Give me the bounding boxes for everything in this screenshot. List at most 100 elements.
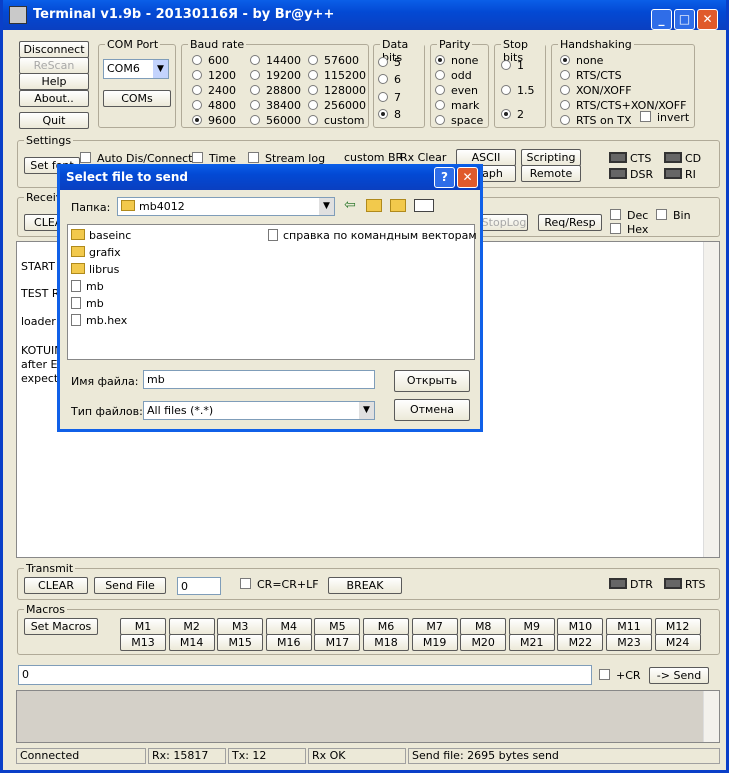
- invert-checkbox[interactable]: invert: [640, 111, 689, 124]
- chevron-down-icon[interactable]: ▼: [359, 402, 374, 419]
- baud-radio[interactable]: 256000: [308, 99, 366, 112]
- coms-button[interactable]: COMs: [103, 90, 171, 107]
- handshaking-radio[interactable]: none: [560, 54, 603, 67]
- baud-radio[interactable]: 57600: [308, 54, 359, 67]
- macro-button-m23[interactable]: M23: [606, 634, 652, 651]
- parity-radio[interactable]: space: [435, 114, 483, 127]
- handshaking-radio[interactable]: XON/XOFF: [560, 84, 632, 97]
- macro-button-m11[interactable]: M11: [606, 618, 652, 635]
- set-macros-button[interactable]: Set Macros: [24, 618, 98, 635]
- maximize-button[interactable]: □: [674, 9, 695, 30]
- folder-select[interactable]: mb4012 ▼: [117, 197, 335, 216]
- stoplog-button[interactable]: StopLog: [480, 214, 528, 231]
- macro-button-m10[interactable]: M10: [557, 618, 604, 635]
- file-item[interactable]: mb.hex: [71, 314, 127, 327]
- hex-checkbox[interactable]: Hex: [610, 223, 648, 236]
- file-item[interactable]: grafix: [71, 246, 121, 259]
- chevron-down-icon[interactable]: ▼: [153, 60, 168, 78]
- baud-radio[interactable]: 28800: [250, 84, 301, 97]
- macro-button-m2[interactable]: M2: [168, 618, 215, 635]
- dialog-title-bar[interactable]: Select file to send ? ✕: [60, 164, 480, 190]
- macro-button-m24[interactable]: M24: [654, 634, 701, 651]
- filetype-select[interactable]: All files (*.*) ▼: [143, 401, 375, 420]
- macro-button-m1[interactable]: M1: [120, 618, 166, 635]
- file-item[interactable]: справка по командным векторам: [268, 229, 477, 242]
- about-button[interactable]: About..: [19, 90, 89, 107]
- scripting-button[interactable]: Scripting: [521, 149, 581, 166]
- baud-radio[interactable]: 14400: [250, 54, 301, 67]
- rescan-button[interactable]: ReScan: [19, 57, 89, 74]
- baud-radio[interactable]: 128000: [308, 84, 366, 97]
- com-port-select[interactable]: COM6 ▼: [103, 59, 169, 79]
- macro-button-m18[interactable]: M18: [363, 634, 409, 651]
- history-scrollbar[interactable]: [703, 691, 719, 742]
- chevron-down-icon[interactable]: ▼: [319, 198, 334, 215]
- macro-button-m7[interactable]: M7: [411, 618, 458, 635]
- macro-button-m20[interactable]: M20: [460, 634, 507, 651]
- baud-radio[interactable]: custom: [308, 114, 365, 127]
- file-item[interactable]: mb: [71, 280, 104, 293]
- bin-checkbox[interactable]: Bin: [656, 209, 691, 222]
- stop-bits-radio[interactable]: 1.5: [501, 84, 535, 97]
- handshaking-radio[interactable]: RTS/CTS: [560, 69, 622, 82]
- macro-button-m4[interactable]: M4: [265, 618, 312, 635]
- send-input[interactable]: 0: [18, 665, 592, 685]
- cancel-button[interactable]: Отмена: [394, 399, 470, 421]
- macro-button-m8[interactable]: M8: [460, 618, 507, 635]
- baud-radio[interactable]: 9600: [192, 114, 236, 127]
- file-list[interactable]: baseinc grafix librus mb mb mb.hex справка по…: [67, 224, 477, 360]
- view-menu-icon[interactable]: [414, 199, 434, 212]
- data-bits-radio[interactable]: 6: [378, 73, 401, 86]
- transmit-clear-button[interactable]: CLEAR: [24, 577, 88, 594]
- macro-button-m19[interactable]: M19: [411, 634, 458, 651]
- stop-bits-radio[interactable]: 1: [501, 59, 524, 72]
- data-bits-radio[interactable]: 8: [378, 108, 401, 121]
- macro-button-m16[interactable]: M16: [265, 634, 312, 651]
- baud-radio[interactable]: 38400: [250, 99, 301, 112]
- new-folder-icon[interactable]: [390, 199, 406, 212]
- macro-button-m6[interactable]: M6: [363, 618, 409, 635]
- file-item[interactable]: mb: [71, 297, 104, 310]
- parity-radio[interactable]: none: [435, 54, 478, 67]
- remote-button[interactable]: Remote: [521, 165, 581, 182]
- plus-cr-checkbox[interactable]: +CR: [599, 669, 641, 682]
- open-button[interactable]: Открыть: [394, 370, 470, 392]
- dialog-close-button[interactable]: ✕: [457, 167, 478, 188]
- dialog-help-button[interactable]: ?: [434, 167, 455, 188]
- macro-button-m13[interactable]: M13: [120, 634, 166, 651]
- parity-radio[interactable]: even: [435, 84, 478, 97]
- send-file-button[interactable]: Send File: [94, 577, 166, 594]
- data-bits-radio[interactable]: 7: [378, 91, 401, 104]
- macro-button-m5[interactable]: M5: [314, 618, 361, 635]
- macro-button-m3[interactable]: M3: [217, 618, 264, 635]
- baud-radio[interactable]: 1200: [192, 69, 236, 82]
- macro-button-m22[interactable]: M22: [557, 634, 604, 651]
- minimize-button[interactable]: _: [651, 9, 672, 30]
- macro-button-m21[interactable]: M21: [508, 634, 555, 651]
- break-button[interactable]: BREAK: [328, 577, 402, 594]
- disconnect-button[interactable]: Disconnect: [19, 41, 89, 58]
- file-item[interactable]: baseinc: [71, 229, 131, 242]
- baud-radio[interactable]: 19200: [250, 69, 301, 82]
- dec-checkbox[interactable]: Dec: [610, 209, 648, 222]
- parity-radio[interactable]: mark: [435, 99, 479, 112]
- parity-radio[interactable]: odd: [435, 69, 472, 82]
- terminal-scrollbar[interactable]: [703, 242, 719, 557]
- transmit-history[interactable]: [16, 690, 720, 743]
- help-button[interactable]: Help: [19, 73, 89, 90]
- file-item[interactable]: librus: [71, 263, 119, 276]
- repeat-counter-input[interactable]: 0: [177, 577, 221, 595]
- back-arrow-icon[interactable]: ⇦: [344, 197, 356, 213]
- baud-radio[interactable]: 600: [192, 54, 229, 67]
- baud-radio[interactable]: 2400: [192, 84, 236, 97]
- macro-button-m15[interactable]: M15: [217, 634, 264, 651]
- send-button[interactable]: -> Send: [649, 667, 709, 684]
- macro-button-m12[interactable]: M12: [654, 618, 701, 635]
- close-button[interactable]: ✕: [697, 9, 718, 30]
- baud-radio[interactable]: 4800: [192, 99, 236, 112]
- quit-button[interactable]: Quit: [19, 112, 89, 129]
- data-bits-radio[interactable]: 5: [378, 56, 401, 69]
- up-folder-icon[interactable]: [366, 199, 382, 212]
- baud-radio[interactable]: 56000: [250, 114, 301, 127]
- macro-button-m14[interactable]: M14: [168, 634, 215, 651]
